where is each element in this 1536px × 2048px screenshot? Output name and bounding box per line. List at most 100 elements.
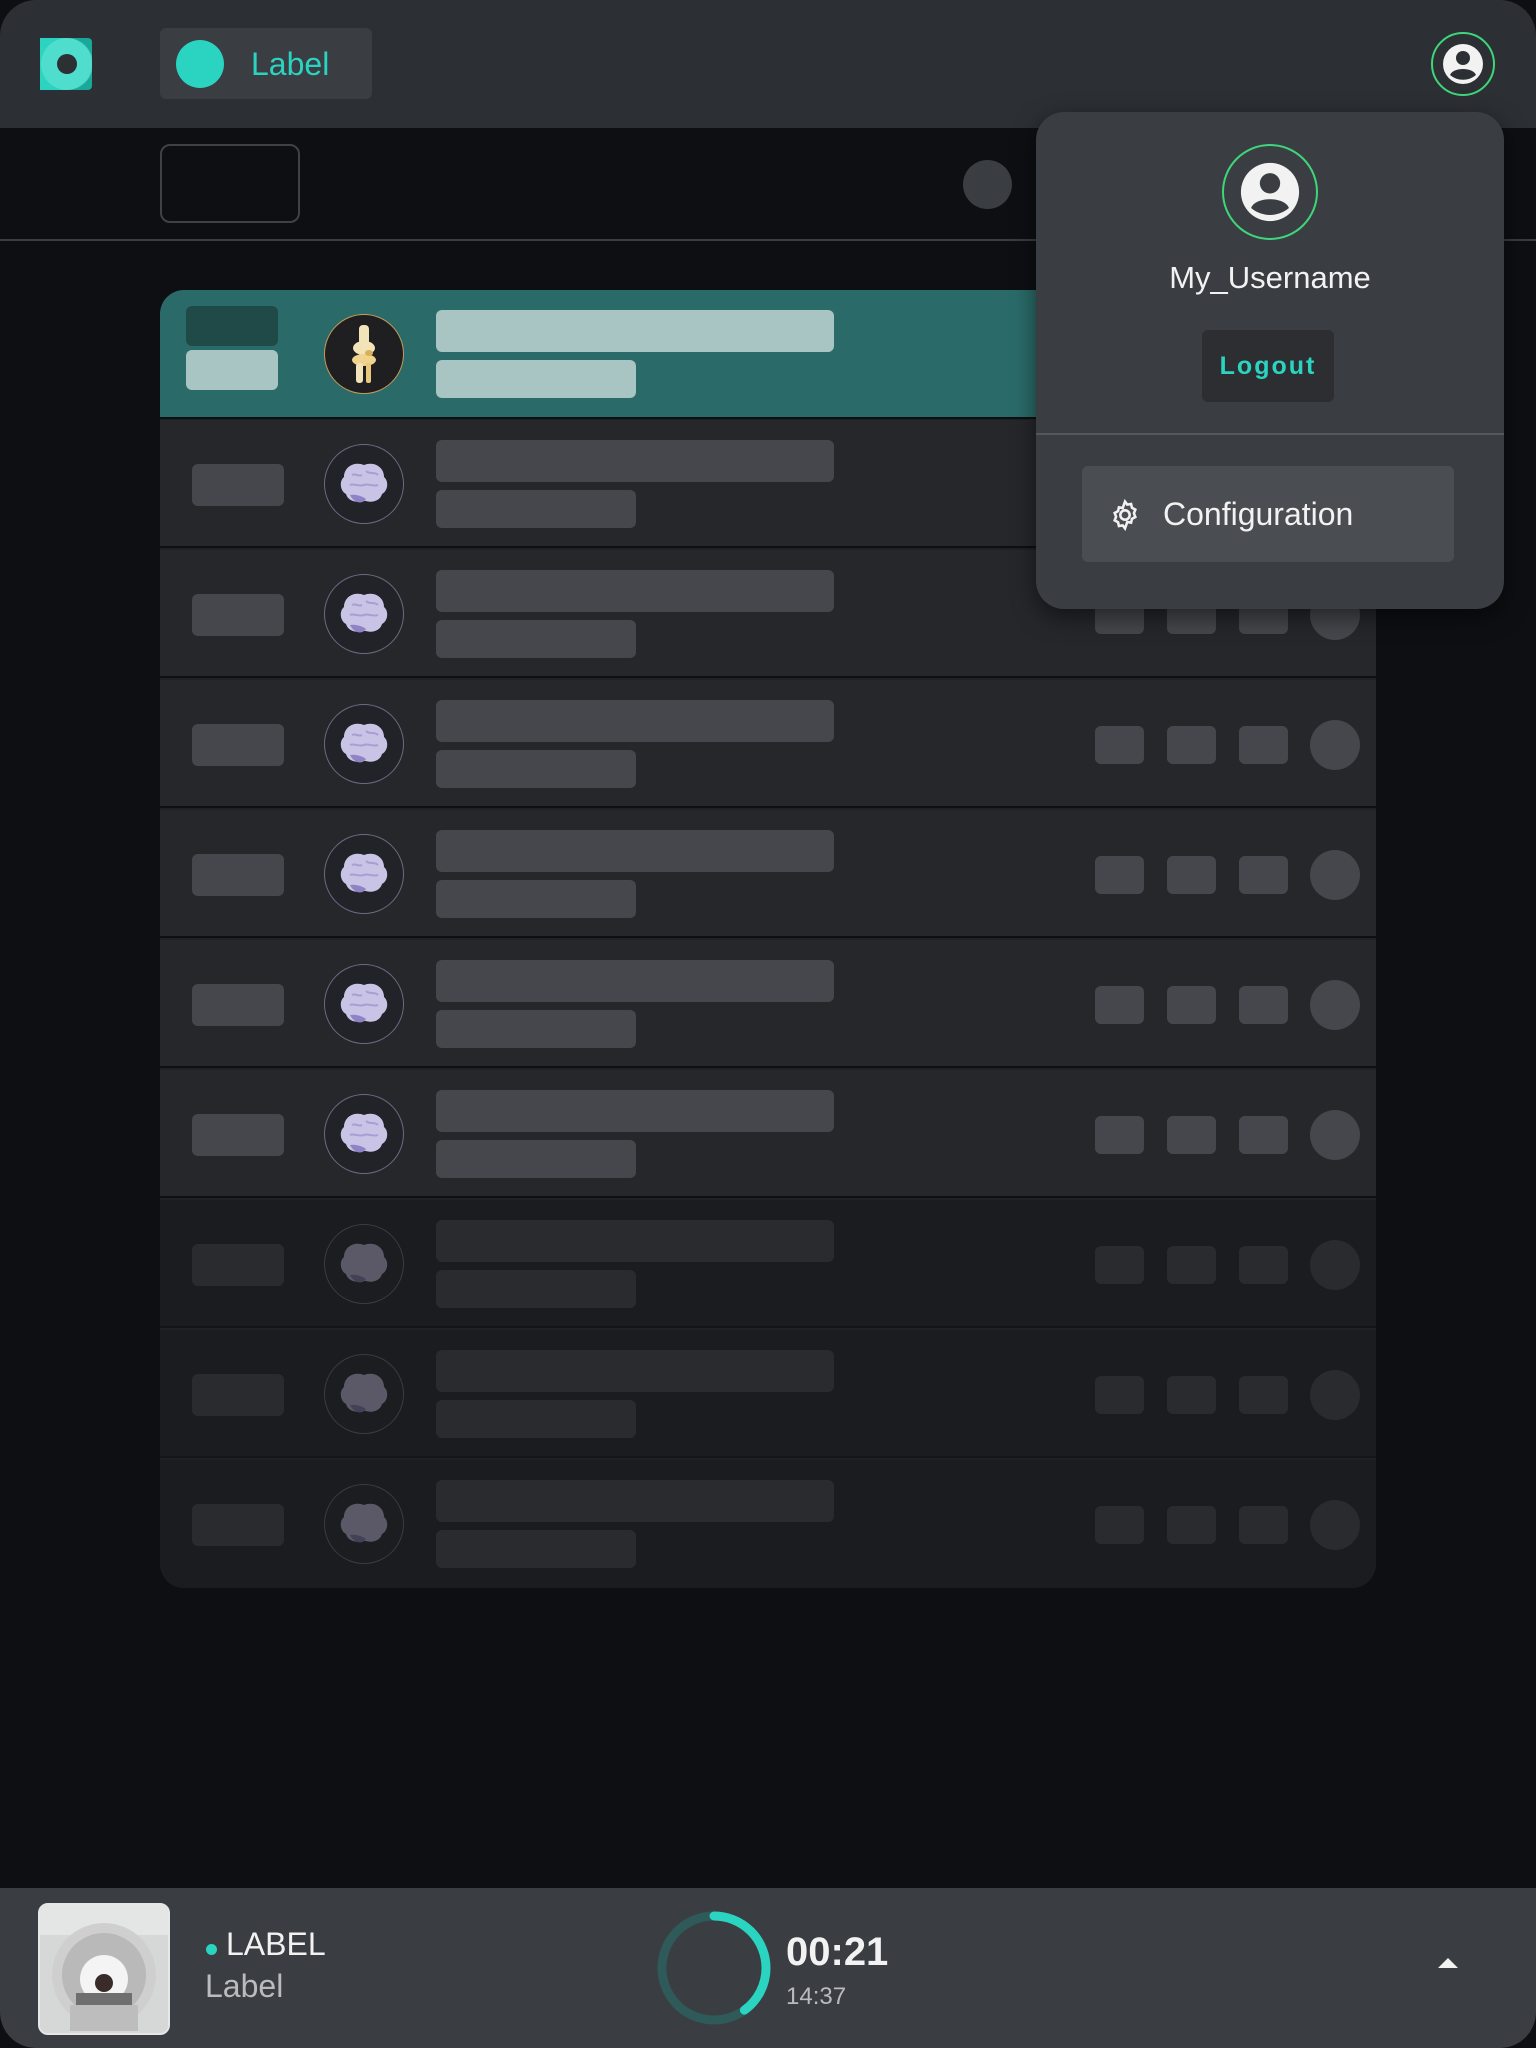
gear-icon (1113, 498, 1137, 532)
row-action[interactable] (1095, 986, 1144, 1024)
row-title-placeholder (436, 310, 834, 352)
logout-button[interactable]: Logout (1202, 330, 1334, 402)
row-subtitle-placeholder (436, 1270, 636, 1308)
row-subtitle-placeholder (436, 360, 636, 398)
chip-label: Label (251, 46, 330, 82)
chip-dot (176, 40, 224, 88)
list-item[interactable] (160, 940, 1376, 1068)
row-subtitle-placeholder (436, 1530, 636, 1568)
row-action[interactable] (1167, 726, 1216, 764)
top-bar: Label (0, 0, 1536, 128)
row-title-placeholder (436, 1220, 834, 1262)
row-status[interactable] (1310, 850, 1360, 900)
list-item[interactable] (160, 1460, 1376, 1588)
player-subtitle: Label (205, 1968, 284, 2004)
list-item[interactable] (160, 1330, 1376, 1458)
row-title-placeholder (436, 830, 834, 872)
row-tag-bottom (186, 350, 278, 390)
brain-icon (324, 1094, 404, 1174)
row-action[interactable] (1167, 1116, 1216, 1154)
brain-icon (324, 574, 404, 654)
row-action[interactable] (1239, 1506, 1288, 1544)
row-subtitle-placeholder (436, 750, 636, 788)
row-tag (192, 854, 284, 896)
row-action[interactable] (1239, 856, 1288, 894)
row-action[interactable] (1095, 726, 1144, 764)
knee-joint-icon (324, 314, 404, 394)
row-tag (192, 594, 284, 636)
row-action[interactable] (1095, 856, 1144, 894)
elapsed-time: 00:21 (786, 1930, 889, 1974)
list-item[interactable] (160, 1070, 1376, 1198)
brain-icon (324, 964, 404, 1044)
toolbar-button[interactable] (160, 144, 300, 223)
row-tag (192, 464, 284, 506)
row-action[interactable] (1239, 1246, 1288, 1284)
row-action[interactable] (1239, 1116, 1288, 1154)
row-action[interactable] (1239, 1376, 1288, 1414)
brain-icon (324, 1224, 404, 1304)
row-action[interactable] (1167, 1376, 1216, 1414)
brain-icon (324, 1354, 404, 1434)
row-action[interactable] (1095, 1246, 1144, 1284)
row-status[interactable] (1310, 1500, 1360, 1550)
row-action[interactable] (1239, 726, 1288, 764)
row-status[interactable] (1310, 720, 1360, 770)
row-tag (192, 1504, 284, 1546)
progress-ring (657, 1911, 771, 2025)
row-title-placeholder (436, 440, 834, 482)
row-tag (192, 1244, 284, 1286)
row-tag (192, 1114, 284, 1156)
list-item[interactable] (160, 810, 1376, 938)
row-tag-top (186, 306, 278, 346)
app-logo[interactable] (40, 38, 93, 90)
row-subtitle-placeholder (436, 620, 636, 658)
row-action[interactable] (1095, 1376, 1144, 1414)
row-title-placeholder (436, 1350, 834, 1392)
user-circle-icon (1240, 162, 1300, 222)
username-label: My_Username (1169, 260, 1371, 295)
brain-icon (324, 444, 404, 524)
user-circle-icon (1443, 44, 1483, 84)
row-action[interactable] (1167, 1246, 1216, 1284)
row-tag (192, 1374, 284, 1416)
row-action[interactable] (1167, 986, 1216, 1024)
row-subtitle-placeholder (436, 1400, 636, 1438)
user-menu-button[interactable] (1431, 32, 1495, 96)
menu-divider (1036, 433, 1504, 435)
configuration-label: Configuration (1163, 496, 1354, 532)
row-subtitle-placeholder (436, 1140, 636, 1178)
toolbar-indicator[interactable] (963, 160, 1012, 209)
mri-scanner-image[interactable] (38, 1903, 170, 2035)
list-item[interactable] (160, 1200, 1376, 1328)
row-title-placeholder (436, 1090, 834, 1132)
brain-icon (324, 704, 404, 784)
row-action[interactable] (1167, 856, 1216, 894)
row-status[interactable] (1310, 980, 1360, 1030)
player-title: LABEL (226, 1926, 326, 1962)
user-avatar (1222, 144, 1318, 240)
row-action[interactable] (1239, 986, 1288, 1024)
status-dot (206, 1944, 217, 1955)
configuration-button[interactable]: Configuration (1082, 466, 1454, 562)
row-title-placeholder (436, 700, 834, 742)
row-title-placeholder (436, 1480, 834, 1522)
row-status[interactable] (1310, 1110, 1360, 1160)
app-window: Label My_Username Logout Configuration L… (0, 0, 1536, 2048)
row-action[interactable] (1095, 1506, 1144, 1544)
row-title-placeholder (436, 960, 834, 1002)
row-subtitle-placeholder (436, 880, 636, 918)
row-subtitle-placeholder (436, 490, 636, 528)
row-status[interactable] (1310, 1370, 1360, 1420)
caret-up-icon[interactable] (1436, 1952, 1460, 1972)
row-action[interactable] (1095, 1116, 1144, 1154)
row-action[interactable] (1167, 1506, 1216, 1544)
list-item[interactable] (160, 680, 1376, 808)
brain-icon (324, 1484, 404, 1564)
row-tag (192, 984, 284, 1026)
row-title-placeholder (436, 570, 834, 612)
row-tag (192, 724, 284, 766)
row-status[interactable] (1310, 1240, 1360, 1290)
bottom-player-bar: LABEL Label 00:21 14:37 (0, 1888, 1536, 2048)
label-chip[interactable]: Label (160, 28, 372, 99)
